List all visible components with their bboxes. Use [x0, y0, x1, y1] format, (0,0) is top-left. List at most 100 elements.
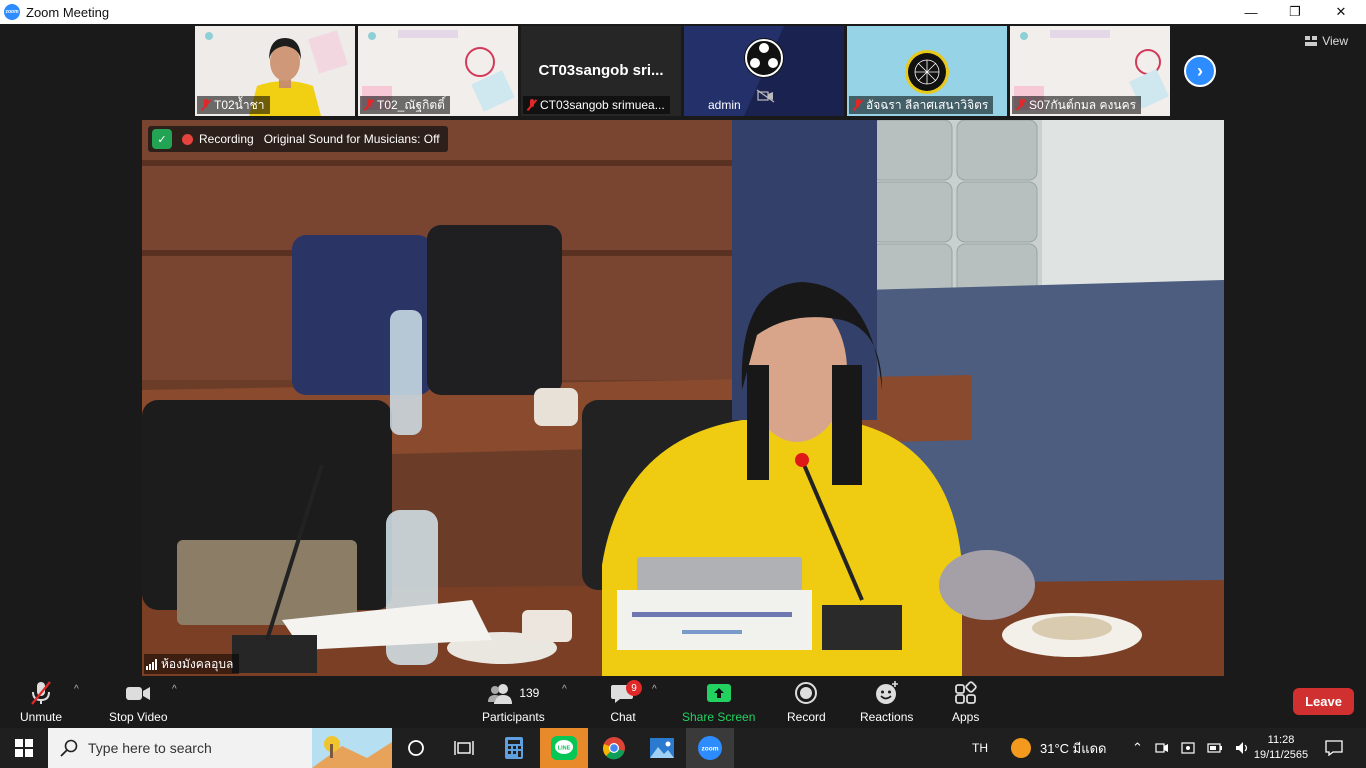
- task-view-icon: [454, 741, 474, 755]
- participants-count: 139: [519, 686, 540, 700]
- mic-muted-icon: [853, 99, 863, 111]
- meet-now-icon[interactable]: [1155, 741, 1169, 755]
- task-view-button[interactable]: [440, 728, 488, 768]
- apps-icon: [954, 681, 977, 704]
- screen-capture-icon[interactable]: [1181, 741, 1195, 755]
- participants-options-caret[interactable]: ^: [562, 684, 567, 695]
- recording-bar: ✓ Recording Original Sound for Musicians…: [148, 126, 448, 152]
- participant-tile[interactable]: อัจฉรา ลีลาศเสนาวิจิตร: [847, 26, 1007, 116]
- chat-label: Chat: [610, 710, 636, 724]
- chevron-up-icon[interactable]: ⌃: [1132, 740, 1143, 756]
- windows-logo-icon: [15, 739, 33, 757]
- participants-label: Participants: [482, 710, 545, 724]
- search-icon: [60, 739, 78, 757]
- participant-name: S07กันต์กมล คงนคร: [1029, 97, 1137, 112]
- task-view-cortana-button[interactable]: [392, 728, 440, 768]
- stop-video-button[interactable]: Stop Video: [109, 680, 168, 724]
- start-button[interactable]: [0, 728, 48, 768]
- line-app[interactable]: LINE: [540, 728, 588, 768]
- participant-name: CT03sangob srimuea...: [540, 98, 665, 112]
- unmute-button[interactable]: Unmute: [20, 680, 62, 724]
- zoom-window: zoom Zoom Meeting — ❐ ✕ T02น้ำชา T02_ณัฐ…: [0, 0, 1366, 768]
- chrome-icon: [603, 737, 625, 760]
- title-bar: zoom Zoom Meeting — ❐ ✕: [0, 0, 1366, 24]
- weather-widget[interactable]: 31°C มีแดด: [1010, 728, 1107, 768]
- battery-icon[interactable]: [1207, 741, 1223, 755]
- zoom-app[interactable]: zoom: [686, 728, 734, 768]
- sun-icon: [1011, 738, 1031, 758]
- view-button[interactable]: View: [1305, 34, 1348, 48]
- zoom-icon: zoom: [698, 736, 722, 760]
- zoom-app-icon: zoom: [4, 4, 20, 20]
- participant-name-tag: T02น้ำชา: [197, 96, 270, 114]
- apps-label: Apps: [952, 710, 980, 724]
- system-tray-icons: ⌃: [1132, 728, 1251, 768]
- photos-icon: [650, 738, 674, 758]
- record-label: Record: [787, 710, 826, 724]
- recording-label: Recording: [199, 132, 254, 146]
- signal-bars-icon: [146, 658, 157, 670]
- next-page-button[interactable]: ›: [1184, 55, 1216, 87]
- audio-options-caret[interactable]: ^: [74, 684, 79, 695]
- participant-tile[interactable]: T02_ณัฐกิตติ์: [358, 26, 518, 116]
- participants-button[interactable]: 139 Participants: [482, 680, 545, 724]
- clock[interactable]: 11:28 19/11/2565: [1250, 728, 1312, 768]
- gallery-view-icon: [1305, 36, 1318, 46]
- participants-icon: [488, 684, 513, 704]
- participant-name-tag: อัจฉรา ลีลาศเสนาวิจิตร: [849, 96, 994, 114]
- leave-button[interactable]: Leave: [1293, 688, 1354, 715]
- language-label: TH: [972, 741, 988, 755]
- mic-muted-icon: [1016, 99, 1026, 111]
- share-screen-label: Share Screen: [682, 710, 756, 724]
- clock-time: 11:28: [1267, 734, 1295, 746]
- speaker-name: ห้องมังคลอุบล: [161, 656, 234, 671]
- taskbar-search[interactable]: Type here to search: [48, 728, 392, 768]
- calculator-app[interactable]: [490, 728, 538, 768]
- participant-name-tag: CT03sangob srimuea...: [523, 96, 670, 114]
- record-button[interactable]: Record: [787, 680, 826, 724]
- participant-name: อัจฉรา ลีลาศเสนาวิจิตร: [866, 97, 989, 112]
- cortana-circle-icon: [408, 740, 424, 756]
- share-screen-button[interactable]: Share Screen: [682, 680, 755, 724]
- participant-name: T02น้ำชา: [214, 97, 265, 112]
- close-button[interactable]: ✕: [1318, 0, 1364, 24]
- volume-icon[interactable]: [1235, 741, 1251, 755]
- security-shield-icon[interactable]: ✓: [152, 129, 172, 149]
- photos-app[interactable]: [638, 728, 686, 768]
- video-options-caret[interactable]: ^: [172, 684, 177, 695]
- meeting-toolbar: Unmute ^ Stop Video ^ 139 Participants ^…: [0, 676, 1366, 728]
- mic-muted-icon: [201, 99, 211, 111]
- minimize-button[interactable]: —: [1228, 0, 1274, 24]
- reactions-button[interactable]: Reactions: [860, 680, 913, 724]
- clock-date: 19/11/2565: [1253, 749, 1309, 761]
- apps-button[interactable]: Apps: [952, 680, 979, 724]
- participant-tile[interactable]: CT03sangob sri... CT03sangob srimuea...: [521, 26, 681, 116]
- video-camera-icon: [126, 687, 151, 700]
- participant-name-tag: admin: [686, 96, 746, 114]
- share-screen-icon: [706, 684, 731, 702]
- chat-options-caret[interactable]: ^: [652, 684, 657, 695]
- participant-tile[interactable]: T02น้ำชา: [195, 26, 355, 116]
- recording-indicator[interactable]: Recording: [182, 132, 254, 146]
- mic-muted-icon: [364, 99, 374, 111]
- chat-button[interactable]: 9 Chat: [610, 680, 642, 724]
- notification-icon: [1325, 740, 1343, 756]
- restore-button[interactable]: ❐: [1272, 0, 1318, 24]
- record-dot-icon: [182, 134, 193, 146]
- record-icon: [795, 682, 818, 704]
- svg-text:LINE: LINE: [558, 746, 571, 752]
- participant-name-tag: S07กันต์กมล คงนคร: [1012, 96, 1142, 114]
- participant-tile[interactable]: admin: [684, 26, 844, 116]
- participant-tile[interactable]: S07กันต์กมล คงนคร: [1010, 26, 1170, 116]
- search-placeholder: Type here to search: [88, 740, 212, 756]
- line-messenger-icon: LINE: [551, 736, 577, 760]
- stop-video-label: Stop Video: [109, 710, 168, 724]
- mic-muted-icon: [31, 681, 51, 705]
- calculator-icon: [505, 737, 523, 759]
- speaker-name-tag: ห้องมังคลอุบล: [144, 654, 240, 674]
- original-sound-label[interactable]: Original Sound for Musicians: Off: [264, 132, 440, 146]
- main-video: ✓ Recording Original Sound for Musicians…: [142, 120, 1224, 676]
- notifications-button[interactable]: [1322, 728, 1346, 768]
- input-language[interactable]: TH: [972, 728, 988, 768]
- chrome-app[interactable]: [590, 728, 638, 768]
